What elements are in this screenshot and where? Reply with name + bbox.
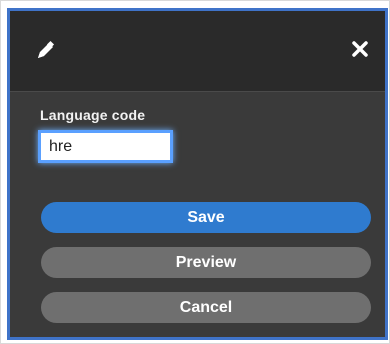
cancel-button[interactable]: Cancel <box>41 292 371 323</box>
pencil-icon <box>32 38 58 64</box>
dialog-body: Language code Save Preview Cancel <box>10 92 385 337</box>
save-button[interactable]: Save <box>41 202 371 233</box>
language-code-label: Language code <box>40 107 146 123</box>
language-code-input[interactable] <box>38 130 173 163</box>
dialog-header <box>10 11 385 92</box>
close-icon[interactable] <box>349 38 371 60</box>
preview-button[interactable]: Preview <box>41 247 371 278</box>
screenshot-frame: Language code Save Preview Cancel <box>0 0 390 344</box>
language-code-dialog: Language code Save Preview Cancel <box>7 8 388 340</box>
